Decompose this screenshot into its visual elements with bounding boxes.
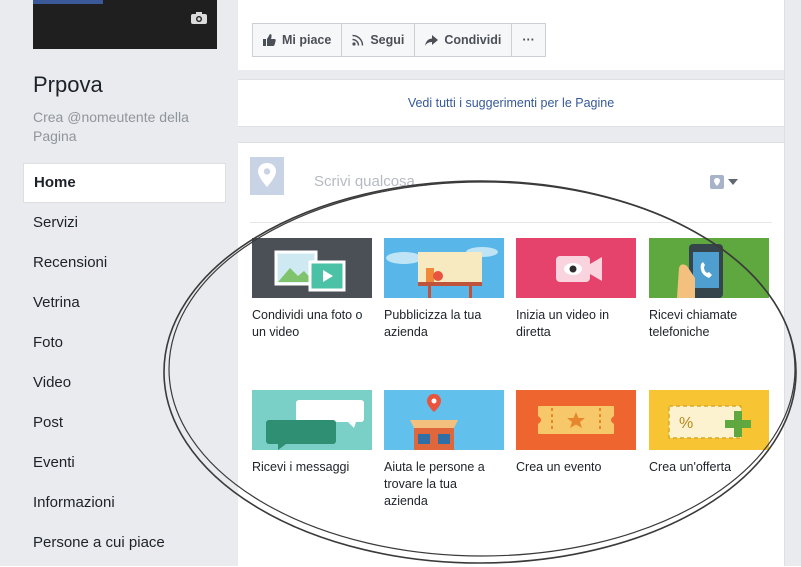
- tile-label: Ricevi chiamate telefoniche: [649, 308, 738, 339]
- like-button[interactable]: Mi piace: [252, 23, 343, 57]
- phone-icon: [677, 244, 723, 298]
- page-nav: Home Servizi Recensioni Vetrina Foto Vid…: [23, 163, 226, 563]
- chevron-down-icon: [728, 179, 738, 185]
- nav-item-recensioni[interactable]: Recensioni: [23, 243, 226, 283]
- suggestions-bar: Vedi tutti i suggerimenti per le Pagine: [238, 79, 784, 127]
- offer-illustration: %: [649, 390, 769, 450]
- photo-video-illustration: [252, 238, 372, 298]
- tile-label: Ricevi i messaggi: [252, 460, 350, 474]
- nav-item-home[interactable]: Home: [23, 163, 226, 203]
- profile-picture[interactable]: [33, 0, 217, 49]
- messages-illustration: [252, 390, 372, 450]
- offer-coupon-icon: %: [668, 405, 751, 439]
- cover-strip: [33, 0, 103, 4]
- tile-label: Inizia un video in diretta: [516, 308, 610, 339]
- page-avatar: [250, 157, 284, 195]
- billboard-icon: [386, 247, 498, 298]
- video-camera-icon: [556, 256, 602, 282]
- tile-live-video[interactable]: Inizia un video in diretta: [516, 238, 636, 341]
- event-illustration: [516, 390, 636, 450]
- nav-item-informazioni[interactable]: Informazioni: [23, 483, 226, 523]
- more-options-button[interactable]: ···: [511, 23, 546, 57]
- tile-promote-business[interactable]: Pubblicizza la tua azienda: [384, 238, 504, 341]
- tile-share-photo-video[interactable]: Condividi una foto o un video: [252, 238, 372, 341]
- promote-illustration: [384, 238, 504, 298]
- more-label: ···: [522, 33, 535, 47]
- location-icon: [710, 175, 724, 189]
- ticket-icon: [538, 406, 614, 434]
- right-edge-panel: [784, 0, 801, 566]
- page-title: Prpova: [33, 72, 103, 97]
- find-business-illustration: [384, 390, 504, 450]
- camera-icon[interactable]: [191, 12, 207, 24]
- page-actions-bar: Mi piace Segui Condividi ···: [238, 0, 784, 70]
- action-buttons: Mi piace Segui Condividi ···: [252, 23, 546, 57]
- tile-label: Crea un'offerta: [649, 460, 732, 474]
- composer-input[interactable]: Scrivi qualcosa...: [314, 173, 427, 190]
- left-column: Prpova Crea @nomeutente della Pagina Hom…: [0, 0, 238, 566]
- tile-label: Aiuta le persone a trovare la tua aziend…: [384, 460, 485, 508]
- share-label: Condividi: [444, 33, 502, 47]
- follow-button[interactable]: Segui: [341, 23, 416, 57]
- storefront-icon: [410, 394, 458, 450]
- check-in-selector[interactable]: [710, 173, 744, 191]
- tile-label: Pubblicizza la tua azienda: [384, 308, 482, 339]
- nav-item-vetrina[interactable]: Vetrina: [23, 283, 226, 323]
- post-composer: Scrivi qualcosa... Condividi una foto o …: [238, 142, 784, 567]
- see-all-suggestions-link[interactable]: Vedi tutti i suggerimenti per le Pagine: [238, 80, 784, 126]
- thumbs-up-icon: [263, 34, 276, 46]
- photo-video-icon: [274, 250, 346, 292]
- tile-messages[interactable]: Ricevi i messaggi: [252, 390, 372, 476]
- map-pin-icon: [258, 163, 276, 187]
- tile-create-event[interactable]: Crea un evento: [516, 390, 636, 476]
- chat-bubbles-icon: [266, 400, 364, 450]
- like-label: Mi piace: [282, 33, 332, 47]
- tile-phone-calls[interactable]: Ricevi chiamate telefoniche: [649, 238, 769, 341]
- phone-calls-illustration: [649, 238, 769, 298]
- nav-item-video[interactable]: Video: [23, 363, 226, 403]
- share-arrow-icon: [425, 34, 439, 46]
- tile-label: Crea un evento: [516, 460, 602, 474]
- nav-item-persone[interactable]: Persone a cui piace: [23, 523, 226, 563]
- svg-text:%: %: [679, 415, 693, 432]
- tile-label: Condividi una foto o un video: [252, 308, 363, 339]
- tile-help-find-business[interactable]: Aiuta le persone a trovare la tua aziend…: [384, 390, 504, 510]
- nav-item-servizi[interactable]: Servizi: [23, 203, 226, 243]
- nav-item-foto[interactable]: Foto: [23, 323, 226, 363]
- tile-create-offer[interactable]: % Crea un'offerta: [649, 390, 769, 476]
- nav-item-eventi[interactable]: Eventi: [23, 443, 226, 483]
- follow-label: Segui: [370, 33, 405, 47]
- composer-divider: [250, 222, 772, 223]
- rss-icon: [352, 34, 364, 46]
- live-video-illustration: [516, 238, 636, 298]
- share-button[interactable]: Condividi: [414, 23, 513, 57]
- main-column: Mi piace Segui Condividi ··· Vedi tutti …: [238, 0, 784, 567]
- nav-item-post[interactable]: Post: [23, 403, 226, 443]
- create-username-link[interactable]: Crea @nomeutente della Pagina: [33, 108, 233, 146]
